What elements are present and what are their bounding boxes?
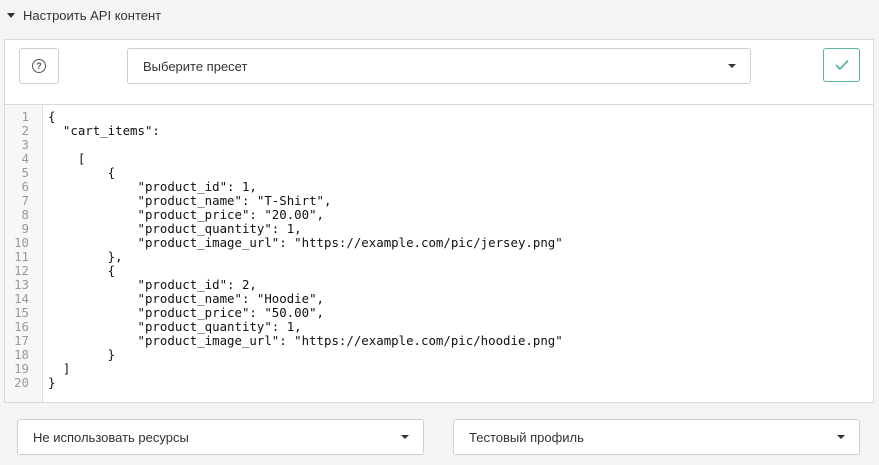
line-number: 14 [14, 291, 29, 306]
api-content-panel: ? Выберите пресет 1 2 3 4 5 6 7 8 9 10 11 12 13 14 15 1… [4, 39, 874, 403]
apply-button[interactable] [823, 48, 860, 82]
line-number: 20 [14, 375, 29, 390]
chevron-down-icon [837, 435, 845, 439]
help-button[interactable]: ? [19, 48, 59, 84]
code-line: "product_id": 2, [48, 277, 257, 292]
line-number: 16 [14, 319, 29, 334]
code-line: { [48, 109, 56, 124]
code-editor[interactable]: 1 2 3 4 5 6 7 8 9 10 11 12 13 14 15 16 17 18 19 20 { "cart_… [5, 105, 873, 402]
code-line: }, [48, 249, 123, 264]
code-line: "product_quantity": 1, [48, 319, 302, 334]
code-line: "product_price": "50.00", [48, 305, 325, 320]
line-number: 18 [14, 347, 29, 362]
line-number: 6 [21, 179, 29, 194]
code-line: } [48, 347, 116, 362]
section-toggle[interactable]: Настроить API контент [7, 8, 161, 23]
check-icon [835, 60, 848, 70]
line-number: 15 [14, 305, 29, 320]
line-number: 3 [21, 137, 29, 152]
line-number: 1 [21, 109, 29, 124]
line-number: 13 [14, 277, 29, 292]
code-line: "cart_items": [48, 123, 160, 138]
line-number: 5 [21, 165, 29, 180]
code-line: ] [48, 361, 71, 376]
chevron-down-icon [728, 64, 736, 68]
editor-toolbar: ? Выберите пресет [5, 40, 873, 105]
chevron-down-icon [401, 435, 409, 439]
code-line: } [48, 375, 56, 390]
preset-select-value: Выберите пресет [143, 58, 248, 74]
line-number-gutter: 1 2 3 4 5 6 7 8 9 10 11 12 13 14 15 16 17 18 19 20 [5, 105, 43, 402]
code-line: { [48, 165, 116, 180]
line-number: 11 [14, 249, 29, 264]
question-circle-icon: ? [32, 59, 46, 73]
code-line: "product_quantity": 1, [48, 221, 302, 236]
code-line: "product_image_url": "https://example.co… [48, 333, 563, 348]
code-line: "product_id": 1, [48, 179, 257, 194]
code-line: "product_price": "20.00", [48, 207, 325, 222]
line-number: 10 [14, 235, 29, 250]
code-line: "product_image_url": "https://example.co… [48, 235, 563, 250]
caret-down-icon [7, 13, 15, 18]
line-number: 4 [21, 151, 29, 166]
line-number: 9 [21, 221, 29, 236]
resources-select[interactable]: Не использовать ресурсы [17, 419, 424, 455]
line-number: 19 [14, 361, 29, 376]
line-number: 7 [21, 193, 29, 208]
code-line: [ [48, 151, 86, 166]
code-content[interactable]: { "cart_items": [ { "product_id": 1, "pr… [43, 105, 873, 402]
line-number: 17 [14, 333, 29, 348]
code-line: "product_name": "Hoodie", [48, 291, 325, 306]
code-line: "product_name": "T-Shirt", [48, 193, 332, 208]
line-number: 2 [21, 123, 29, 138]
profile-select-value: Тестовый профиль [469, 429, 584, 445]
profile-select[interactable]: Тестовый профиль [453, 419, 860, 455]
code-line: { [48, 263, 116, 278]
preset-select[interactable]: Выберите пресет [127, 48, 751, 84]
line-number: 8 [21, 207, 29, 222]
resources-select-value: Не использовать ресурсы [33, 429, 189, 445]
section-title: Настроить API контент [23, 8, 162, 23]
line-number: 12 [14, 263, 29, 278]
